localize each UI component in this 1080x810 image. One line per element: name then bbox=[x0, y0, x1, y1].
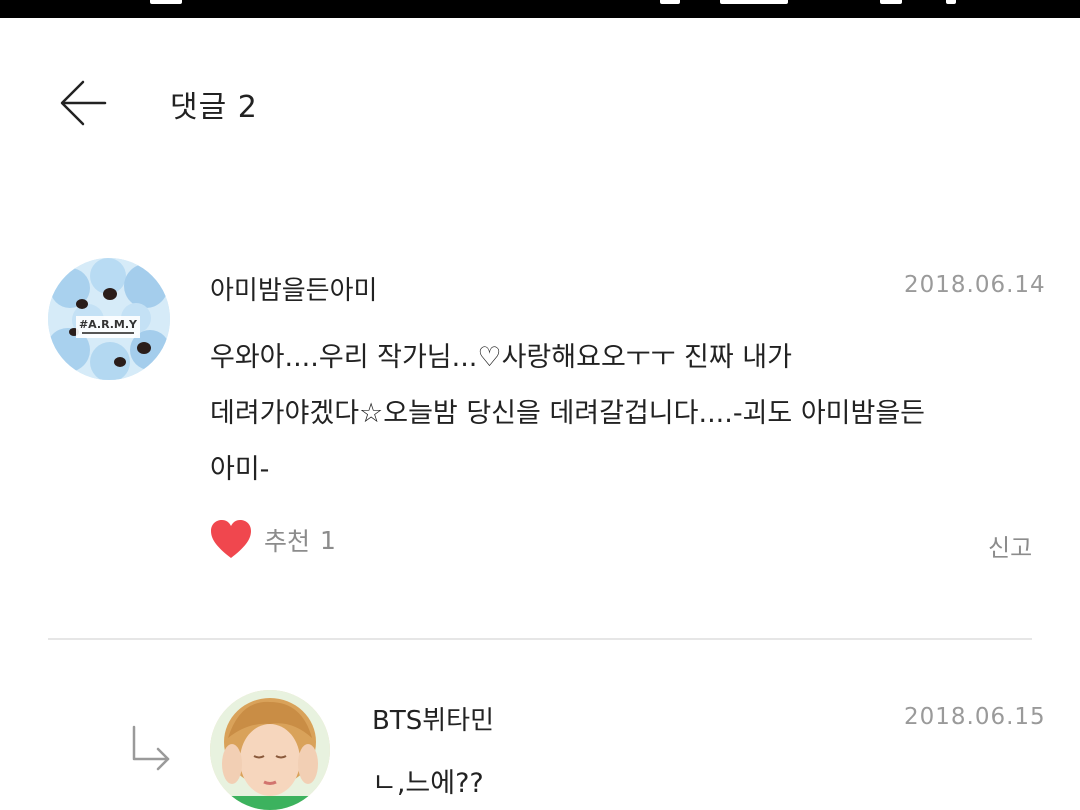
comment-body: 우와아....우리 작가님...♡사랑해요오ㅜㅜ 진짜 내가 데려가야겠다☆오늘… bbox=[210, 330, 1040, 498]
comment-date: 2018.06.14 bbox=[904, 272, 1046, 298]
comment-author[interactable]: BTS뷔타민 bbox=[372, 700, 494, 737]
avatar-image bbox=[210, 690, 330, 810]
comment-line: 데려가야겠다☆오늘밤 당신을 데려갈겁니다....-괴도 아미밤을든 bbox=[210, 398, 926, 429]
comment-date: 2018.06.15 bbox=[904, 704, 1046, 730]
status-icon bbox=[660, 0, 680, 4]
like-button[interactable]: 추천 1 bbox=[210, 520, 336, 560]
header: 댓글 2 bbox=[0, 50, 1080, 160]
comment-author[interactable]: 아미밤을든아미 bbox=[210, 270, 377, 307]
page-title: 댓글 2 bbox=[170, 90, 258, 125]
divider bbox=[48, 638, 1032, 640]
avatar[interactable] bbox=[210, 690, 330, 810]
reply-arrow-icon bbox=[132, 725, 170, 771]
comment-body: ㄴ,느에?? bbox=[372, 756, 1032, 810]
comment-line: 우와아....우리 작가님...♡사랑해요오ㅜㅜ 진짜 내가 bbox=[210, 342, 792, 373]
comments-screen: 댓글 2 #A.R.M.Y 아미밤을든아미 2018.06.14 우와아....… bbox=[0, 0, 1080, 810]
status-icon bbox=[946, 0, 956, 4]
status-icon bbox=[150, 0, 182, 4]
back-button[interactable] bbox=[52, 72, 114, 134]
comment-line: ㄴ,느에?? bbox=[372, 768, 484, 799]
avatar[interactable]: #A.R.M.Y bbox=[48, 258, 170, 380]
like-row: 추천 1 bbox=[210, 520, 336, 560]
avatar-logo-text: #A.R.M.Y bbox=[78, 318, 138, 331]
report-button[interactable]: 신고 bbox=[988, 528, 1032, 563]
heart-icon bbox=[211, 520, 251, 558]
like-count: 1 bbox=[320, 525, 336, 555]
status-bar bbox=[0, 0, 1080, 18]
like-label: 추천 bbox=[264, 527, 311, 556]
status-icon bbox=[880, 0, 902, 4]
comment-line: 아미- bbox=[210, 454, 270, 485]
status-icon bbox=[720, 0, 788, 4]
arrow-left-icon bbox=[60, 80, 107, 126]
